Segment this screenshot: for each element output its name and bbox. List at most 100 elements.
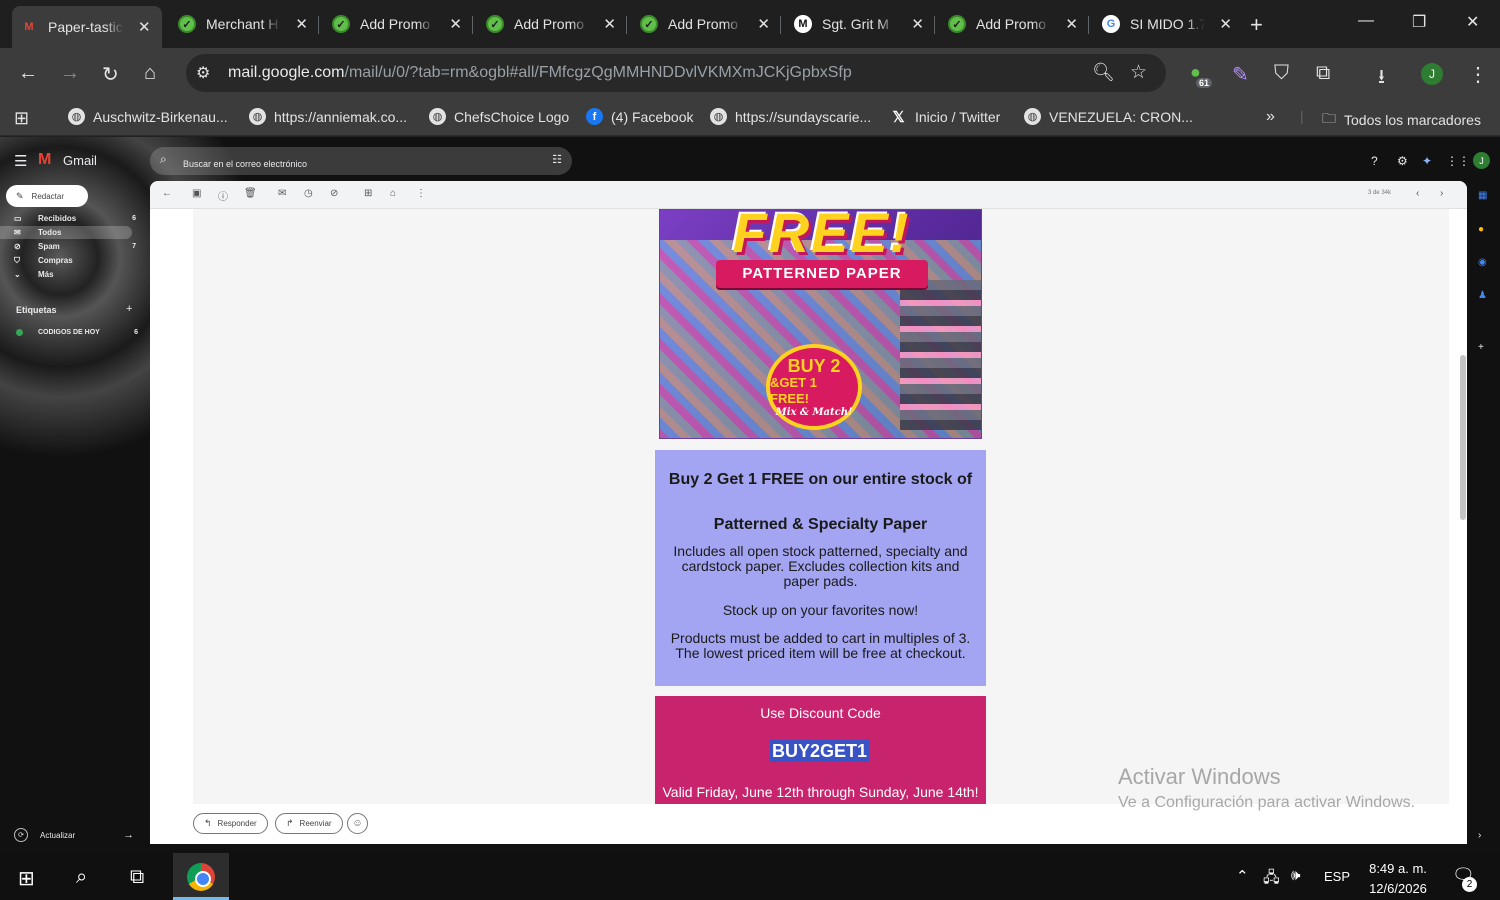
address-bar[interactable]: ⚙ mail.google.com/mail/u/0/?tab=rm&ogbl#… <box>186 54 1166 92</box>
zoom-icon[interactable]: 🔍︎ <box>1092 62 1115 83</box>
gmail-logo-icon[interactable]: M <box>38 151 51 169</box>
bookmark-venezuela[interactable]: ◍ VENEZUELA: CRON... <box>1024 108 1193 125</box>
search-icon[interactable]: ⌕ <box>76 866 87 889</box>
keep-icon[interactable]: ● <box>1478 224 1484 235</box>
bookmark-sundayscarie[interactable]: ◍ https://sundayscarie... <box>710 108 871 125</box>
apps-grid-icon[interactable]: ⊞ <box>14 108 29 129</box>
close-icon[interactable]: ✕ <box>138 18 151 36</box>
account-avatar[interactable]: J <box>1473 152 1490 169</box>
more-bookmarks-icon[interactable]: » <box>1266 108 1275 126</box>
language-indicator[interactable]: ESP <box>1324 869 1350 884</box>
search-options-icon[interactable]: ☷ <box>552 153 562 166</box>
get-addons-icon[interactable]: + <box>1478 342 1484 353</box>
more-options-icon[interactable]: ⋮ <box>416 188 426 199</box>
back-to-list-icon[interactable]: ← <box>162 188 172 199</box>
tab-add-promo-4[interactable]: ✓ Add Promo ✕ <box>940 6 1086 42</box>
tab-merchant[interactable]: ✓ Merchant H ✕ <box>170 6 316 42</box>
archive-icon[interactable]: ▣ <box>192 188 201 199</box>
extension-feather-icon[interactable]: ✎ <box>1232 62 1249 87</box>
nav-more[interactable]: ⌄ Más <box>10 268 142 281</box>
emoji-reaction-icon[interactable]: ☺ <box>347 813 368 834</box>
close-icon[interactable]: ✕ <box>757 15 770 33</box>
add-label-icon[interactable]: + <box>126 303 132 315</box>
add-task-icon[interactable]: ⊘ <box>330 188 338 199</box>
delete-icon[interactable]: 🗑︎ <box>244 188 257 199</box>
network-icon[interactable]: 🖧 <box>1263 867 1280 892</box>
older-chevron-icon[interactable]: › <box>1440 188 1443 199</box>
home-icon[interactable]: ⌂ <box>144 62 156 85</box>
contacts-icon[interactable]: ♟ <box>1478 290 1487 301</box>
back-icon[interactable]: ← <box>18 62 38 85</box>
close-icon[interactable]: ✕ <box>1065 15 1078 33</box>
promo-banner-image[interactable]: FREE! PATTERNED PAPER BUY 2 &GET 1 FREE!… <box>659 209 982 439</box>
chrome-taskbar-button[interactable] <box>173 853 229 900</box>
label-icon[interactable]: ⌂ <box>390 188 396 199</box>
mark-unread-icon[interactable]: ✉ <box>278 188 286 199</box>
compose-button[interactable]: ✎ Redactar <box>6 185 88 207</box>
update-button[interactable]: ⟳ Actualizar → <box>14 828 138 842</box>
expand-panel-icon[interactable]: › <box>1478 830 1481 841</box>
nav-purchases[interactable]: ⛉ Compras <box>10 254 142 267</box>
move-to-icon[interactable]: ⊞ <box>364 188 372 199</box>
search-icon[interactable]: ⌕ <box>160 152 167 167</box>
nav-inbox[interactable]: ▭ Recibidos 6 <box>10 212 142 225</box>
bookmark-star-icon[interactable]: ☆ <box>1130 61 1147 84</box>
snooze-icon[interactable]: ◷ <box>304 188 313 199</box>
close-icon[interactable]: ✕ <box>295 15 308 33</box>
minimize-icon[interactable]: — <box>1358 12 1374 30</box>
volume-icon[interactable]: 🕪 <box>1291 867 1300 884</box>
download-icon[interactable]: ⭳ <box>1378 62 1385 96</box>
reply-button[interactable]: ↰ Responder <box>193 813 268 834</box>
nav-all-mail[interactable]: ✉ Todos <box>0 226 132 239</box>
mail-search-bar[interactable]: ⌕ Buscar en el correo electrónico ☷ <box>150 147 572 175</box>
globe-icon: ◍ <box>249 108 266 125</box>
settings-gear-icon[interactable]: ⚙ <box>1397 154 1408 168</box>
restore-icon[interactable]: ❐ <box>1412 12 1426 32</box>
task-view-icon[interactable]: ⧉ <box>130 866 144 889</box>
new-tab-button[interactable]: + <box>1250 12 1263 38</box>
bookmark-anniemak[interactable]: ◍ https://anniemak.co... <box>249 108 407 125</box>
bookmark-chefschoice[interactable]: ◍ ChefsChoice Logo <box>429 108 569 125</box>
close-icon[interactable]: ✕ <box>603 15 616 33</box>
discount-code[interactable]: BUY2GET1 <box>770 740 870 762</box>
site-settings-icon[interactable]: ⚙ <box>196 63 210 83</box>
close-icon[interactable]: ✕ <box>449 15 462 33</box>
forward-icon[interactable]: → <box>60 62 80 85</box>
tab-si-mido[interactable]: G SI MIDO 1.7 ✕ <box>1094 6 1240 42</box>
message-toolbar: ← ▣ ⓘ 🗑︎ ✉ ◷ ⊘ ⊞ ⌂ ⋮ 3 de 34k ‹ › <box>150 181 1467 209</box>
tab-add-promo-3[interactable]: ✓ Add Promo ✕ <box>632 6 778 42</box>
reload-icon[interactable]: ↻ <box>102 62 119 87</box>
nav-spam[interactable]: ⊘ Spam 7 <box>10 240 142 253</box>
tab-sgt-grit[interactable]: M Sgt. Grit M ✕ <box>786 6 932 42</box>
clock[interactable]: 8:49 a. m. 12/6/2026 <box>1360 859 1436 899</box>
calendar-icon[interactable]: ▦ <box>1478 190 1487 201</box>
url-text[interactable]: mail.google.com/mail/u/0/?tab=rm&ogbl#al… <box>228 64 852 82</box>
windows-start-icon[interactable]: ⊞ <box>18 866 35 891</box>
bookmarks-separator: | <box>1300 108 1304 124</box>
apps-icon[interactable]: ⋮⋮ <box>1446 154 1470 168</box>
newer-chevron-icon[interactable]: ‹ <box>1416 188 1419 199</box>
main-menu-icon[interactable]: ☰ <box>14 152 27 170</box>
extensions-puzzle-icon[interactable]: ⧉ <box>1316 62 1330 85</box>
tasks-icon[interactable]: ◉ <box>1478 257 1487 268</box>
help-icon[interactable]: ? <box>1371 154 1378 168</box>
tab-add-promo-1[interactable]: ✓ Add Promo ✕ <box>324 6 470 42</box>
forward-button[interactable]: ↱ Reenviar <box>275 813 343 834</box>
show-hidden-icons-icon[interactable]: ⌃ <box>1236 867 1249 885</box>
bookmark-twitter[interactable]: 𝕏 Inicio / Twitter <box>890 108 1000 126</box>
tab-paper-tastic[interactable]: M Paper-tastic ✕ <box>12 6 162 48</box>
bookmark-auschwitz[interactable]: ◍ Auschwitz-Birkenau... <box>68 108 228 125</box>
window-close-icon[interactable]: ✕ <box>1466 12 1479 32</box>
bookmark-facebook[interactable]: f (4) Facebook <box>586 108 693 125</box>
label-codigos-de-hoy[interactable]: CODIGOS DE HOY 6 <box>16 329 140 336</box>
menu-kebab-icon[interactable]: ⋮ <box>1468 62 1488 87</box>
gemini-icon[interactable]: ✦ <box>1422 154 1432 168</box>
close-icon[interactable]: ✕ <box>911 15 924 33</box>
extension-shield-icon[interactable]: ⛉ <box>1274 62 1289 85</box>
profile-avatar[interactable]: J <box>1421 63 1443 85</box>
all-bookmarks-folder[interactable]: 🗀 Todos los marcadores <box>1322 108 1481 132</box>
message-scrollbar[interactable] <box>1460 355 1466 520</box>
close-icon[interactable]: ✕ <box>1219 15 1232 33</box>
report-spam-icon[interactable]: ⓘ <box>218 188 228 203</box>
tab-add-promo-2[interactable]: ✓ Add Promo ✕ <box>478 6 624 42</box>
